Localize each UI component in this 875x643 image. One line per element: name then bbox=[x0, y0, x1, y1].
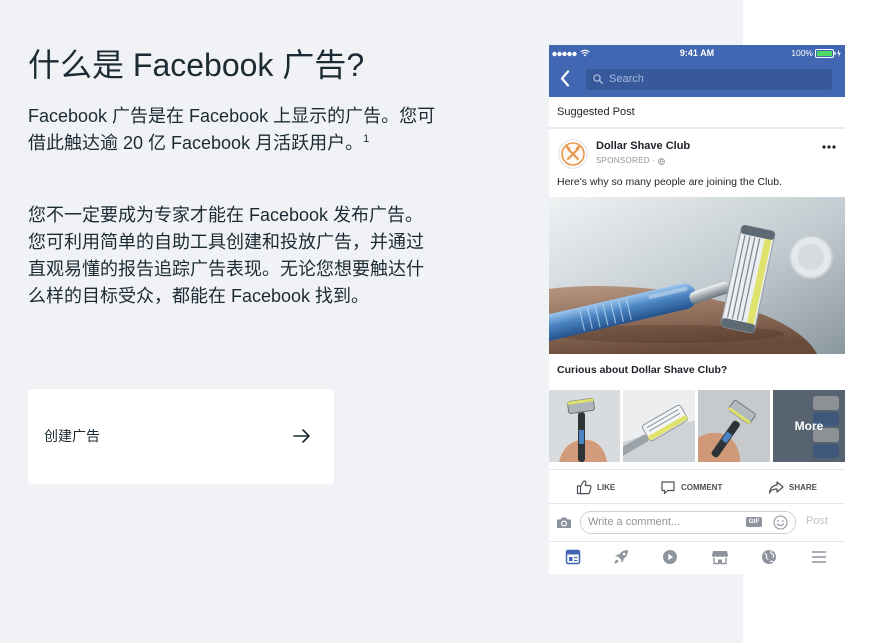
menu-icon bbox=[811, 551, 827, 563]
comment-button: COMMENT bbox=[660, 479, 722, 495]
share-label: SHARE bbox=[789, 482, 818, 492]
comment-icon bbox=[661, 481, 675, 495]
gif-button: GIF bbox=[746, 517, 762, 527]
globe-icon bbox=[658, 157, 666, 165]
carousel-card bbox=[623, 390, 695, 462]
post-headline: Curious about Dollar Shave Club? bbox=[557, 364, 728, 376]
post-text: Here's why so many people are joining th… bbox=[557, 176, 782, 188]
section-label: Suggested Post bbox=[557, 106, 635, 118]
post-hero-image bbox=[549, 197, 845, 354]
news-feed-icon bbox=[565, 549, 581, 565]
post-meta: SPONSORED · bbox=[596, 156, 666, 166]
thumbs-up-icon bbox=[576, 480, 592, 495]
post-comment-button: Post bbox=[806, 515, 829, 527]
comment-placeholder: Write a comment... bbox=[588, 516, 681, 528]
camera-icon bbox=[557, 517, 571, 528]
app-header: 9:41 AM 100% Search bbox=[549, 45, 845, 97]
post-author: Dollar Shave Club bbox=[596, 140, 691, 152]
globe-icon bbox=[762, 550, 776, 564]
brand-logo-icon bbox=[558, 139, 588, 169]
footnote-link[interactable]: 1 bbox=[363, 133, 369, 145]
comment-input: Write a comment... GIF bbox=[580, 511, 796, 534]
carousel-more-label: More bbox=[794, 419, 824, 433]
carousel-card-more: More bbox=[773, 390, 845, 462]
page-title: 什么是 Facebook 广告? bbox=[28, 47, 365, 83]
battery-charging-icon bbox=[815, 49, 841, 58]
share-icon bbox=[768, 481, 784, 494]
intro-paragraph-text: Facebook 广告是在 Facebook 上显示的广告。您可借此触达逾 20… bbox=[28, 106, 436, 153]
share-button: SHARE bbox=[768, 479, 817, 495]
search-box: Search bbox=[586, 69, 832, 90]
carousel-card bbox=[549, 390, 620, 462]
battery-percent: 100% bbox=[791, 48, 813, 58]
divider bbox=[549, 469, 845, 470]
divider bbox=[549, 127, 845, 129]
intro-paragraph: Facebook 广告是在 Facebook 上显示的广告。您可借此触达逾 20… bbox=[28, 103, 440, 157]
like-label: LIKE bbox=[597, 482, 616, 492]
phone-mockup: 9:41 AM 100% Search Suggested Post Dolla… bbox=[549, 45, 845, 574]
divider bbox=[549, 503, 845, 504]
chevron-left-icon bbox=[560, 70, 570, 87]
create-ad-label: 创建广告 bbox=[44, 428, 100, 444]
search-placeholder: Search bbox=[609, 73, 644, 85]
comment-label: COMMENT bbox=[681, 482, 723, 492]
search-icon bbox=[593, 74, 603, 84]
video-play-icon bbox=[663, 550, 677, 564]
marketplace-icon bbox=[712, 551, 728, 565]
smiley-icon bbox=[773, 515, 788, 530]
like-button: LIKE bbox=[576, 479, 615, 495]
rocket-icon bbox=[614, 550, 628, 564]
create-ad-button[interactable]: 创建广告 bbox=[28, 389, 334, 484]
divider bbox=[549, 541, 845, 542]
arrow-right-icon bbox=[293, 429, 310, 443]
carousel-card bbox=[698, 390, 770, 462]
details-paragraph: 您不一定要成为专家才能在 Facebook 发布广告。您可利用简单的自助工具创建… bbox=[28, 205, 424, 306]
more-options-icon bbox=[822, 145, 836, 149]
sponsored-label: SPONSORED · bbox=[596, 156, 656, 165]
